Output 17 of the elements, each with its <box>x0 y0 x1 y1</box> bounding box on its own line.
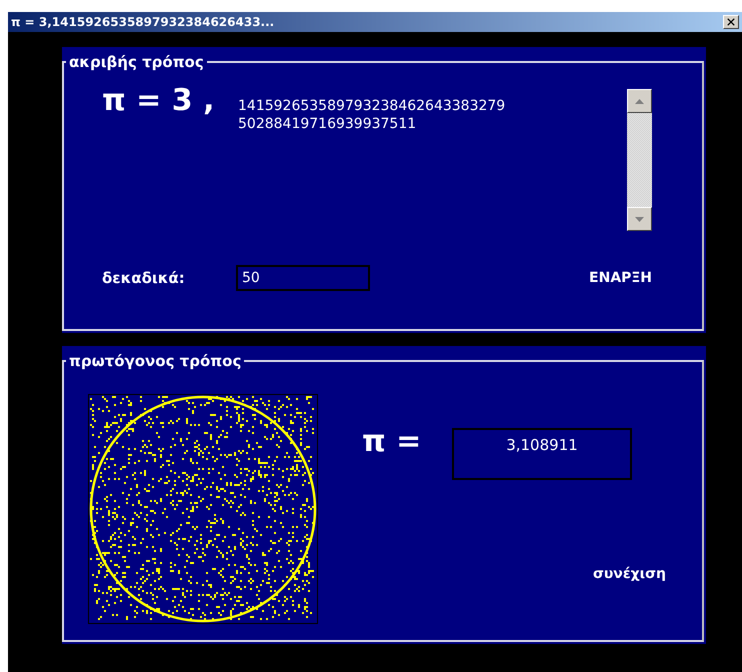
pi-estimate-display: 3,108911 <box>452 428 632 480</box>
pi-digits-text: 141592653589793238462643383279 50288419716939937511 <box>238 97 506 133</box>
decimals-label: δεκαδικά: <box>102 269 186 287</box>
group-legend: πρωτόγονος τρόπος <box>66 352 244 370</box>
scroll-down-button[interactable] <box>627 207 652 231</box>
close-button[interactable] <box>723 15 739 29</box>
pi-label: π = 3 , <box>102 83 216 118</box>
close-icon <box>727 18 735 26</box>
window-title: π = 3,1415926535897932384626433... <box>11 15 276 29</box>
scroll-up-button[interactable] <box>627 89 652 113</box>
continue-button[interactable]: συνέχιση <box>592 564 666 584</box>
decimals-input[interactable]: 50 <box>236 265 370 291</box>
up-arrow-icon <box>635 98 644 104</box>
pi-label: π = <box>362 424 422 459</box>
group-legend: ακριβής τρόπος <box>66 53 207 71</box>
down-arrow-icon <box>635 216 644 222</box>
scrollbar[interactable] <box>627 89 652 231</box>
